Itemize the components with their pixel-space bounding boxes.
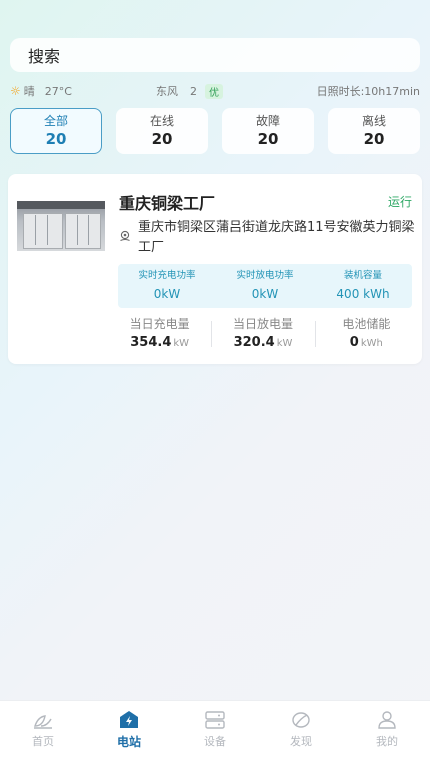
nav-mine[interactable]: 我的 — [344, 701, 430, 765]
tab-label: 离线 — [361, 114, 386, 128]
search-label: 搜索 — [28, 47, 61, 66]
tab-count: 20 — [257, 130, 279, 148]
stat-label: 当日充电量 — [129, 317, 190, 331]
metric-value: 0kW — [251, 287, 279, 301]
nav-device[interactable]: 设备 — [172, 701, 258, 765]
sunny-icon: ☼ — [10, 84, 21, 98]
nav-label: 首页 — [32, 735, 54, 748]
metric-label: 实时充电功率 — [138, 270, 196, 281]
discover-leaf-icon — [290, 710, 312, 730]
stat-value: 0 kWh — [349, 335, 383, 350]
weather-bar: ☼ 晴 27°C 东风 2 优 日照时长:10h17min — [10, 83, 420, 99]
stat-label: 电池储能 — [342, 317, 391, 331]
realtime-metrics: 实时充电功率 0kW 实时放电功率 0kW 装机容量 400 kWh — [118, 264, 412, 308]
sunshine-duration: 日照时长:10h17min — [316, 85, 420, 98]
bottom-tab-bar: 首页 电站 设备 发现 我的 — [0, 700, 430, 765]
nav-home[interactable]: 首页 — [0, 701, 86, 765]
search-input[interactable]: 搜索 — [10, 38, 420, 72]
metric-value: 0kW — [153, 287, 181, 301]
tab-label: 全部 — [43, 114, 68, 128]
tab-label: 故障 — [255, 114, 280, 128]
device-server-icon — [204, 710, 226, 730]
station-photo — [17, 201, 105, 251]
stat-value: 354.4 kW — [130, 335, 190, 350]
tab-count: 20 — [151, 130, 173, 148]
nav-label: 我的 — [376, 735, 398, 748]
status-filter-tabs: 全部 20 在线 20 故障 20 离线 20 — [10, 108, 420, 154]
metric-label: 实时放电功率 — [236, 270, 294, 281]
nav-station[interactable]: 电站 — [86, 701, 172, 765]
tab-all[interactable]: 全部 20 — [10, 108, 102, 154]
metric-label: 装机容量 — [343, 270, 382, 281]
stat-daily-charge: 当日充电量 354.4 kW — [108, 315, 211, 355]
stat-daily-discharge: 当日放电量 320.4 kW — [211, 315, 314, 355]
tab-label: 在线 — [149, 114, 174, 128]
daily-stats: 当日充电量 354.4 kW 当日放电量 320.4 kW 电池储能 0 kWh — [108, 315, 418, 355]
tab-offline[interactable]: 离线 20 — [328, 108, 420, 154]
tab-count: 20 — [45, 130, 67, 148]
station-address: 重庆市铜梁区蒲吕街道龙庆路11号安徽英力铜梁工厂 — [138, 220, 415, 255]
metric-value: 400 kWh — [336, 287, 390, 301]
home-leaf-icon — [32, 710, 54, 730]
wind-direction: 东风 — [155, 85, 178, 98]
wind-level: 2 — [189, 84, 197, 98]
power-station-icon — [118, 710, 140, 730]
stat-label: 当日放电量 — [232, 317, 293, 331]
location-pin-icon — [120, 230, 130, 241]
station-card[interactable]: 重庆铜梁工厂 运行 重庆市铜梁区蒲吕街道龙庆路11号安徽英力铜梁工厂 实时充电功… — [8, 174, 422, 364]
air-quality-badge: 优 — [204, 83, 223, 99]
tab-count: 20 — [363, 130, 385, 148]
station-status-badge: 运行 — [387, 195, 412, 209]
stat-battery-storage: 电池储能 0 kWh — [314, 315, 418, 355]
station-name: 重庆铜梁工厂 — [119, 194, 216, 213]
metric-installed-capacity: 装机容量 400 kWh — [314, 264, 412, 308]
user-profile-icon — [376, 710, 398, 730]
metric-discharge-power: 实时放电功率 0kW — [216, 264, 314, 308]
nav-label: 设备 — [204, 735, 226, 748]
nav-discover[interactable]: 发现 — [258, 701, 344, 765]
nav-label: 电站 — [116, 735, 141, 749]
tab-fault[interactable]: 故障 20 — [222, 108, 314, 154]
nav-label: 发现 — [290, 735, 312, 748]
metric-charge-power: 实时充电功率 0kW — [118, 264, 216, 308]
tab-online[interactable]: 在线 20 — [116, 108, 208, 154]
weather-condition: 晴 — [23, 85, 35, 98]
stat-value: 320.4 kW — [233, 335, 293, 350]
weather-temperature: 27°C — [44, 84, 72, 98]
